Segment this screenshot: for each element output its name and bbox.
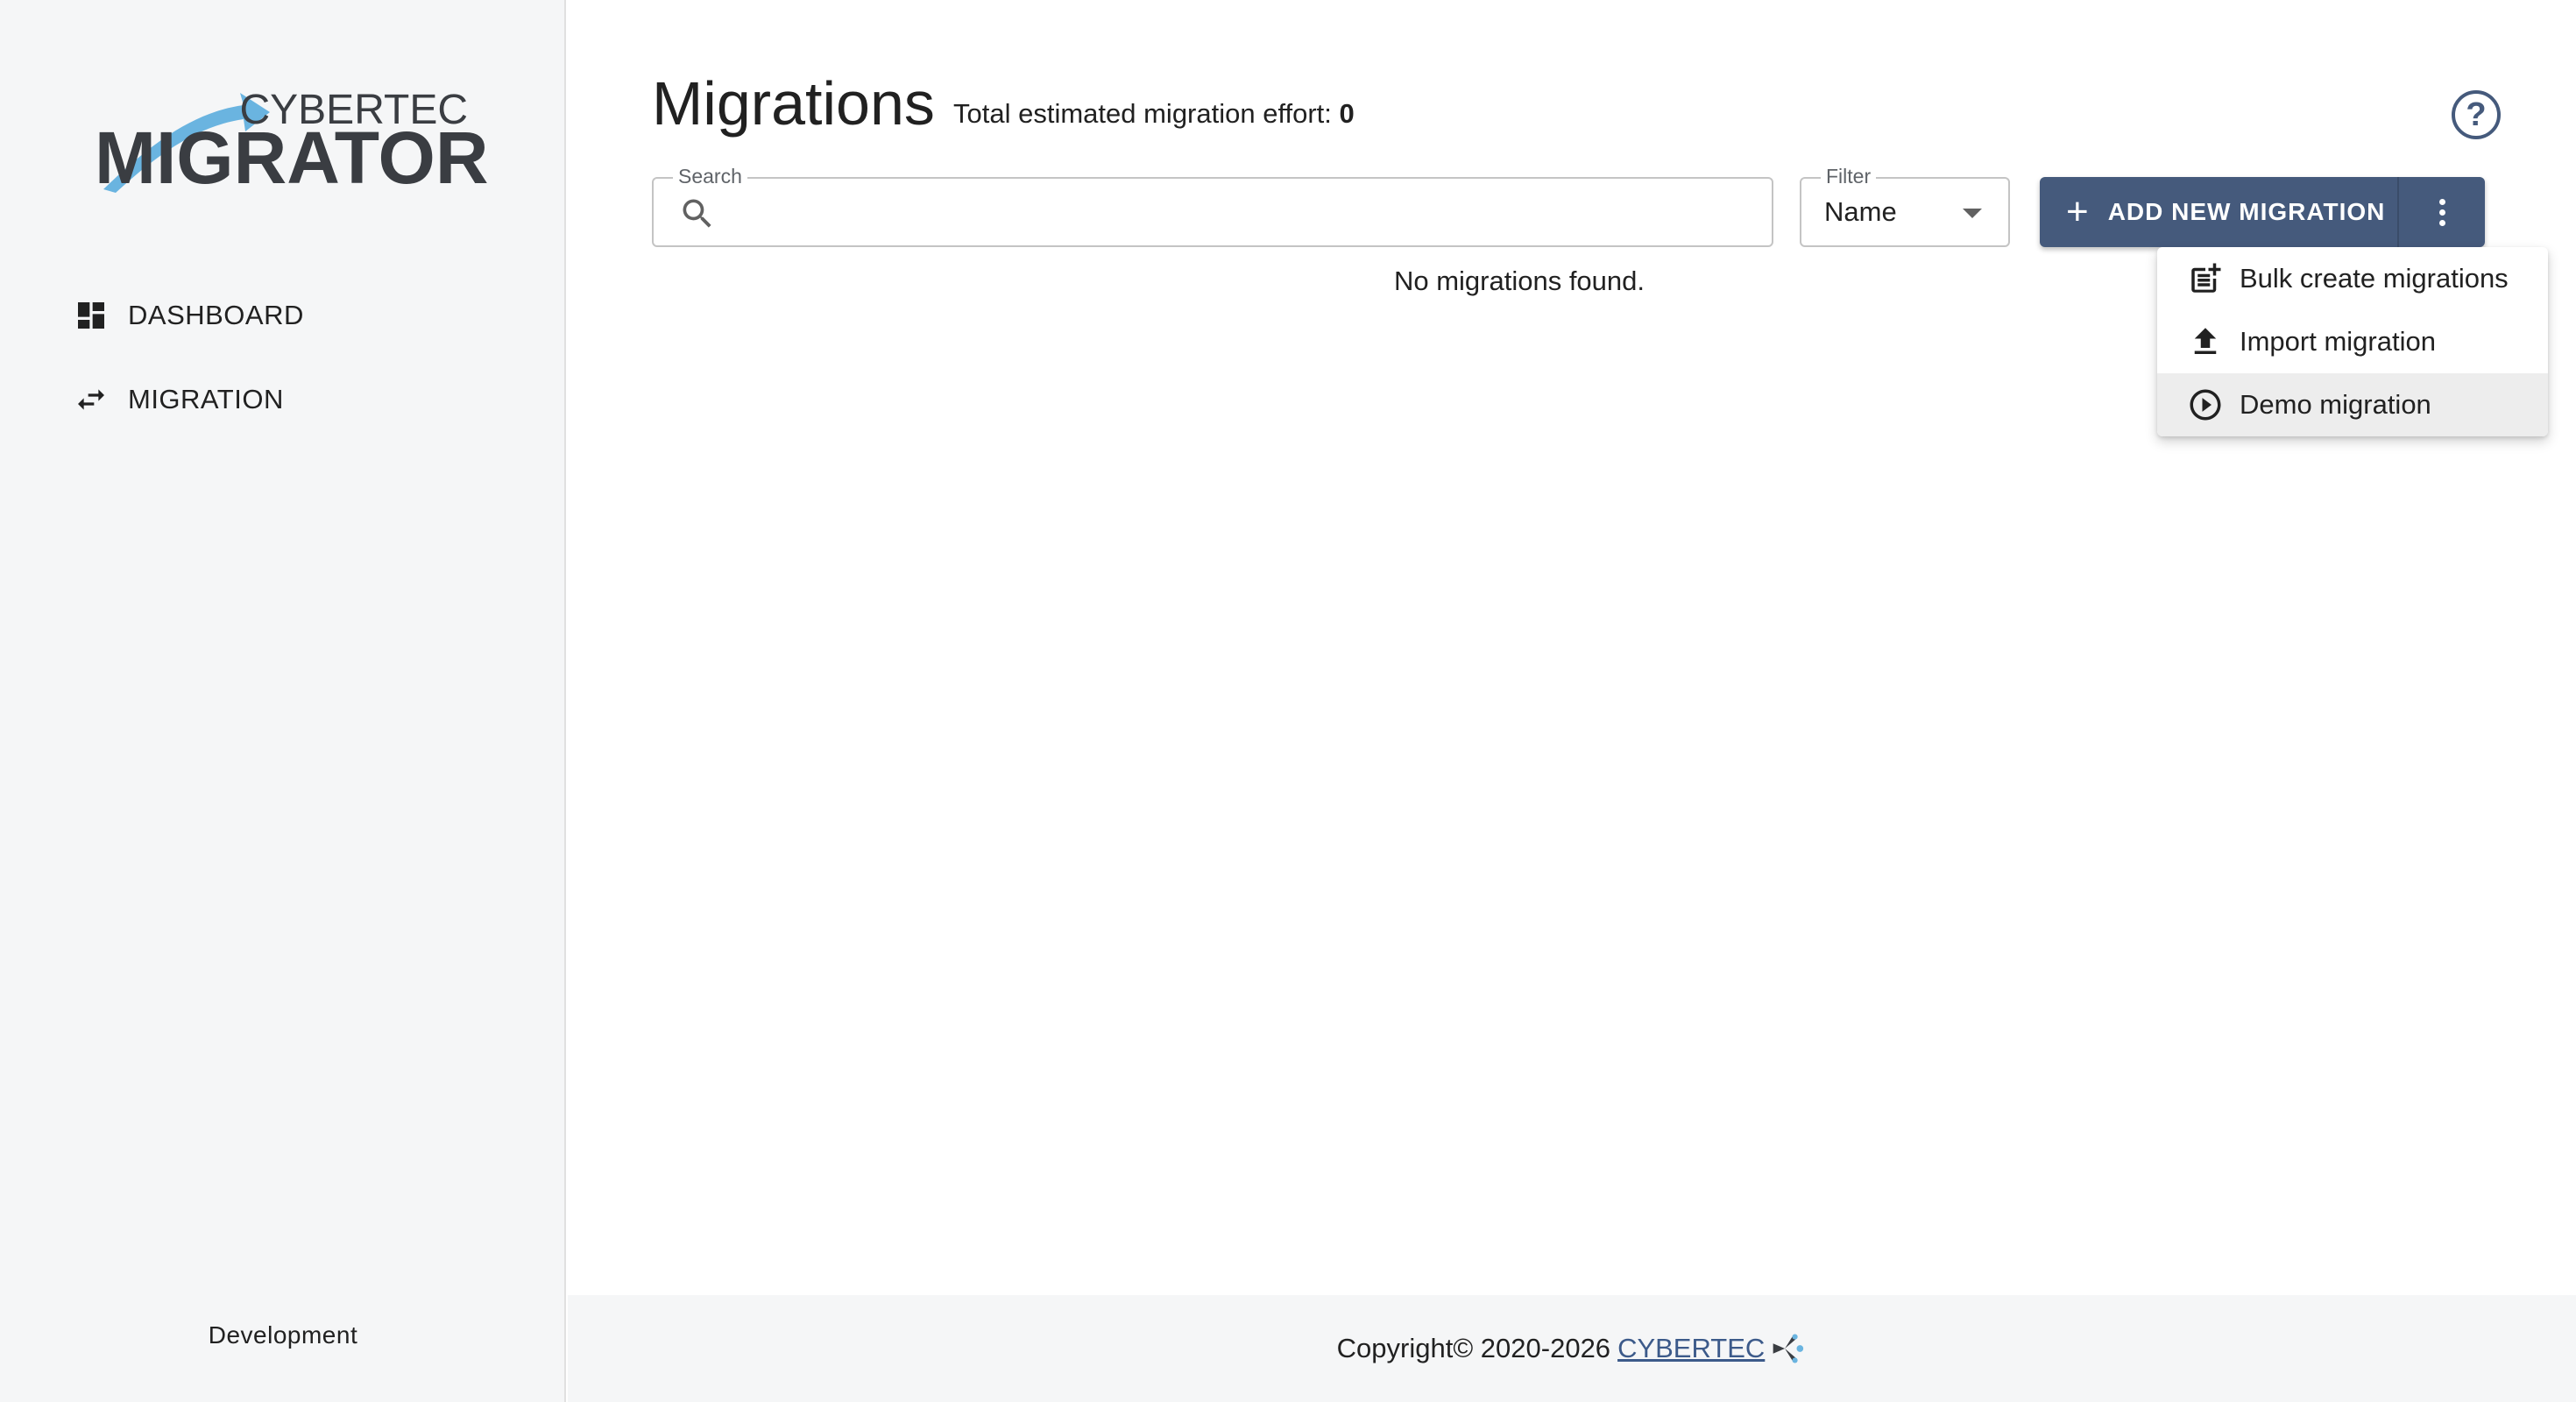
effort-label: Total estimated migration effort:: [953, 98, 1332, 129]
add-new-migration-button[interactable]: + ADD NEW MIGRATION: [2040, 177, 2399, 247]
menu-item-bulk-create[interactable]: Bulk create migrations: [2157, 247, 2548, 310]
footer: Copyright© 2020-2026 CYBERTEC: [568, 1295, 2576, 1402]
empty-state-message: No migrations found.: [1393, 266, 1645, 296]
environment-label: Development: [208, 1321, 358, 1349]
search-icon: [683, 199, 711, 228]
menu-item-import[interactable]: Import migration: [2157, 310, 2548, 373]
main-content: Migrations Total estimated migration eff…: [568, 0, 2576, 1295]
filter-selected-value: Name: [1824, 196, 1897, 227]
logo-text-bottom: MIGRATOR: [95, 117, 489, 199]
cybertec-link[interactable]: CYBERTEC: [1617, 1333, 1765, 1364]
help-button[interactable]: ?: [2452, 90, 2501, 139]
copyright-text: Copyright© 2020-2026: [1336, 1333, 1611, 1363]
sidebar-item-label: DASHBOARD: [128, 300, 304, 330]
help-circle-icon: ?: [2466, 96, 2487, 133]
cybertec-logo-icon: [1773, 1334, 1804, 1363]
search-input[interactable]: [727, 188, 1752, 238]
search-field[interactable]: Search: [652, 165, 1773, 247]
add-new-migration-label: ADD NEW MIGRATION: [2107, 198, 2386, 225]
dashboard-icon: [78, 302, 104, 329]
filter-select[interactable]: Filter Name: [1800, 165, 2010, 247]
search-label: Search: [673, 165, 747, 188]
menu-item-label: Bulk create migrations: [2240, 263, 2509, 294]
filter-label: Filter: [1821, 165, 1877, 188]
more-options-menu: Bulk create migrations Import migration …: [2157, 247, 2548, 436]
page-title: Migrations: [652, 69, 935, 138]
sidebar: CYBERTEC MIGRATOR DASHBOARD MIGRATION De…: [0, 0, 566, 1402]
menu-item-label: Demo migration: [2240, 389, 2431, 420]
sidebar-item-label: MIGRATION: [128, 384, 284, 414]
cybertec-migrator-logo[interactable]: CYBERTEC MIGRATOR: [95, 86, 489, 198]
menu-item-demo[interactable]: Demo migration: [2157, 373, 2548, 436]
chevron-down-icon: [1963, 209, 1982, 218]
play-circle-icon: [2190, 389, 2221, 421]
sidebar-item-dashboard[interactable]: DASHBOARD: [74, 289, 304, 342]
upload-icon: [2194, 328, 2217, 354]
swap-arrows-icon: [78, 389, 104, 410]
effort-value: 0: [1339, 98, 1355, 129]
add-migration-button-group: + ADD NEW MIGRATION: [2040, 177, 2485, 247]
post-add-icon: [2191, 263, 2221, 293]
migration-effort: Total estimated migration effort: 0: [953, 98, 1355, 130]
menu-item-label: Import migration: [2240, 326, 2436, 357]
vertical-dots-icon: [2438, 198, 2445, 226]
plus-icon: +: [2066, 190, 2089, 233]
sidebar-item-migration[interactable]: MIGRATION: [74, 373, 284, 426]
more-options-button[interactable]: [2399, 177, 2485, 247]
